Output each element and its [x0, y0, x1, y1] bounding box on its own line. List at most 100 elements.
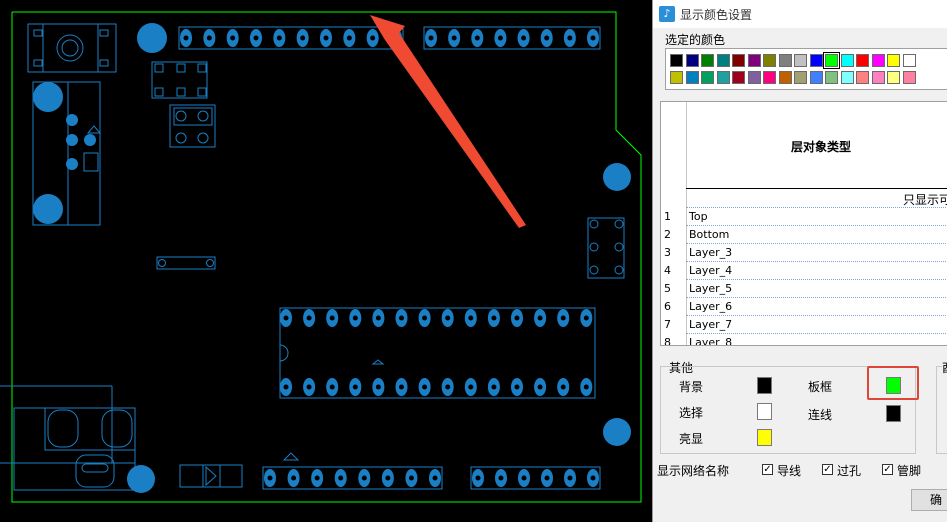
color-swatch[interactable] [716, 54, 730, 67]
layer-name[interactable]: Layer_7 [689, 318, 732, 331]
color-swatch[interactable] [701, 54, 714, 67]
color-swatch[interactable] [871, 54, 885, 67]
app-icon: ♪ [659, 6, 675, 22]
ic-hole [514, 315, 520, 321]
color-swatch[interactable] [809, 54, 823, 67]
layer-name[interactable]: Layer_6 [689, 300, 732, 313]
top-header-left-hole [300, 35, 306, 41]
layer-name[interactable]: Layer_5 [689, 282, 732, 295]
color-swatch[interactable] [747, 71, 761, 84]
color-swatch[interactable] [732, 54, 745, 67]
color-swatch[interactable] [856, 54, 869, 67]
color-swatch[interactable] [670, 54, 683, 67]
color-swatch[interactable] [778, 54, 792, 67]
header-pad [197, 63, 207, 73]
pcb-pads [33, 23, 631, 493]
color-swatch[interactable] [670, 71, 683, 84]
layer-name[interactable]: Layer_4 [689, 264, 732, 277]
ic-hole [375, 315, 381, 321]
ic-hole [491, 315, 497, 321]
usb-pad [84, 134, 96, 146]
grid-header-title: 层对象类型 [791, 140, 852, 154]
color-swatch[interactable] [685, 54, 699, 67]
color-swatch[interactable] [823, 52, 840, 69]
ic-hole [514, 384, 520, 390]
color-swatch[interactable] [871, 71, 885, 84]
via-checkbox[interactable]: ✓ [822, 464, 833, 475]
layer-name[interactable]: Top [689, 210, 708, 223]
pin-checkbox[interactable]: ✓ [882, 464, 893, 475]
row-separator [686, 333, 947, 334]
mounting-hole [33, 194, 63, 224]
color-swatch[interactable] [778, 71, 792, 84]
color-swatch[interactable] [763, 71, 776, 84]
top-header-right-hole [474, 35, 480, 41]
ok-button[interactable]: 确 [911, 489, 947, 511]
color-swatch[interactable] [732, 71, 745, 84]
color-swatch[interactable] [887, 71, 900, 84]
right-group [936, 366, 947, 454]
mounting-hole [137, 23, 167, 53]
top-header-right-hole [544, 35, 550, 41]
selected-color-label: 选定的颜色 [665, 33, 726, 47]
color-swatch[interactable] [809, 71, 823, 84]
ic-hole [283, 315, 289, 321]
color-swatch[interactable] [794, 71, 807, 84]
selection-color-box[interactable] [757, 403, 772, 420]
layer-name[interactable]: Layer_8 [689, 336, 732, 345]
ic-hole [329, 384, 335, 390]
connection-color-box[interactable] [886, 405, 901, 422]
usb-pad [66, 114, 78, 126]
pcb-canvas[interactable] [0, 0, 652, 522]
ic-hole [375, 384, 381, 390]
pcb-drawing[interactable] [0, 0, 652, 522]
bottom-header-right-hole [567, 475, 573, 481]
wire-label: 导线 [777, 464, 802, 478]
color-swatch[interactable] [887, 54, 900, 67]
power-jack [13, 407, 136, 491]
ic-hole [560, 384, 566, 390]
highlight-color-box[interactable] [757, 429, 772, 446]
ic-hole [537, 384, 543, 390]
top-header-right-hole [451, 35, 457, 41]
color-swatch[interactable] [763, 54, 776, 67]
top-header-left-hole [323, 35, 329, 41]
background-color-box[interactable] [757, 377, 772, 394]
bottom-header-right-hole [590, 475, 596, 481]
color-swatch[interactable] [794, 54, 807, 67]
color-palette [665, 48, 947, 90]
layer-name[interactable]: Layer_3 [689, 246, 732, 259]
resistor-pad [206, 259, 214, 267]
row-separator [686, 261, 947, 262]
row-number: 4 [664, 264, 671, 277]
row-separator [686, 315, 947, 316]
side-pad [614, 242, 624, 252]
color-swatch[interactable] [716, 71, 730, 84]
layer-name[interactable]: Bottom [689, 228, 729, 241]
pin-label: 管脚 [897, 464, 922, 478]
color-swatch[interactable] [701, 71, 714, 84]
color-swatch[interactable] [825, 71, 838, 84]
bottom-header-left-hole [338, 475, 344, 481]
side-header [587, 217, 625, 279]
wire-checkbox[interactable]: ✓ [762, 464, 773, 475]
color-swatch[interactable] [902, 71, 916, 84]
color-swatch[interactable] [902, 54, 916, 67]
right-group-legend: 酉 [942, 359, 947, 376]
header-separator [686, 188, 947, 189]
color-swatch[interactable] [840, 54, 854, 67]
mounting-hole [33, 82, 63, 112]
color-swatch[interactable] [747, 54, 761, 67]
color-swatch[interactable] [840, 71, 854, 84]
top-header-left-hole [183, 35, 189, 41]
header-pad [154, 87, 164, 97]
top-header-right-hole [497, 35, 503, 41]
bottom-header-left-hole [314, 475, 320, 481]
mounting-hole [603, 418, 631, 446]
via-label: 过孔 [837, 464, 862, 478]
ic-hole [468, 315, 474, 321]
ic-hole [537, 315, 543, 321]
color-swatch[interactable] [856, 71, 869, 84]
annotation-arrow [370, 15, 526, 228]
color-swatch[interactable] [685, 71, 699, 84]
